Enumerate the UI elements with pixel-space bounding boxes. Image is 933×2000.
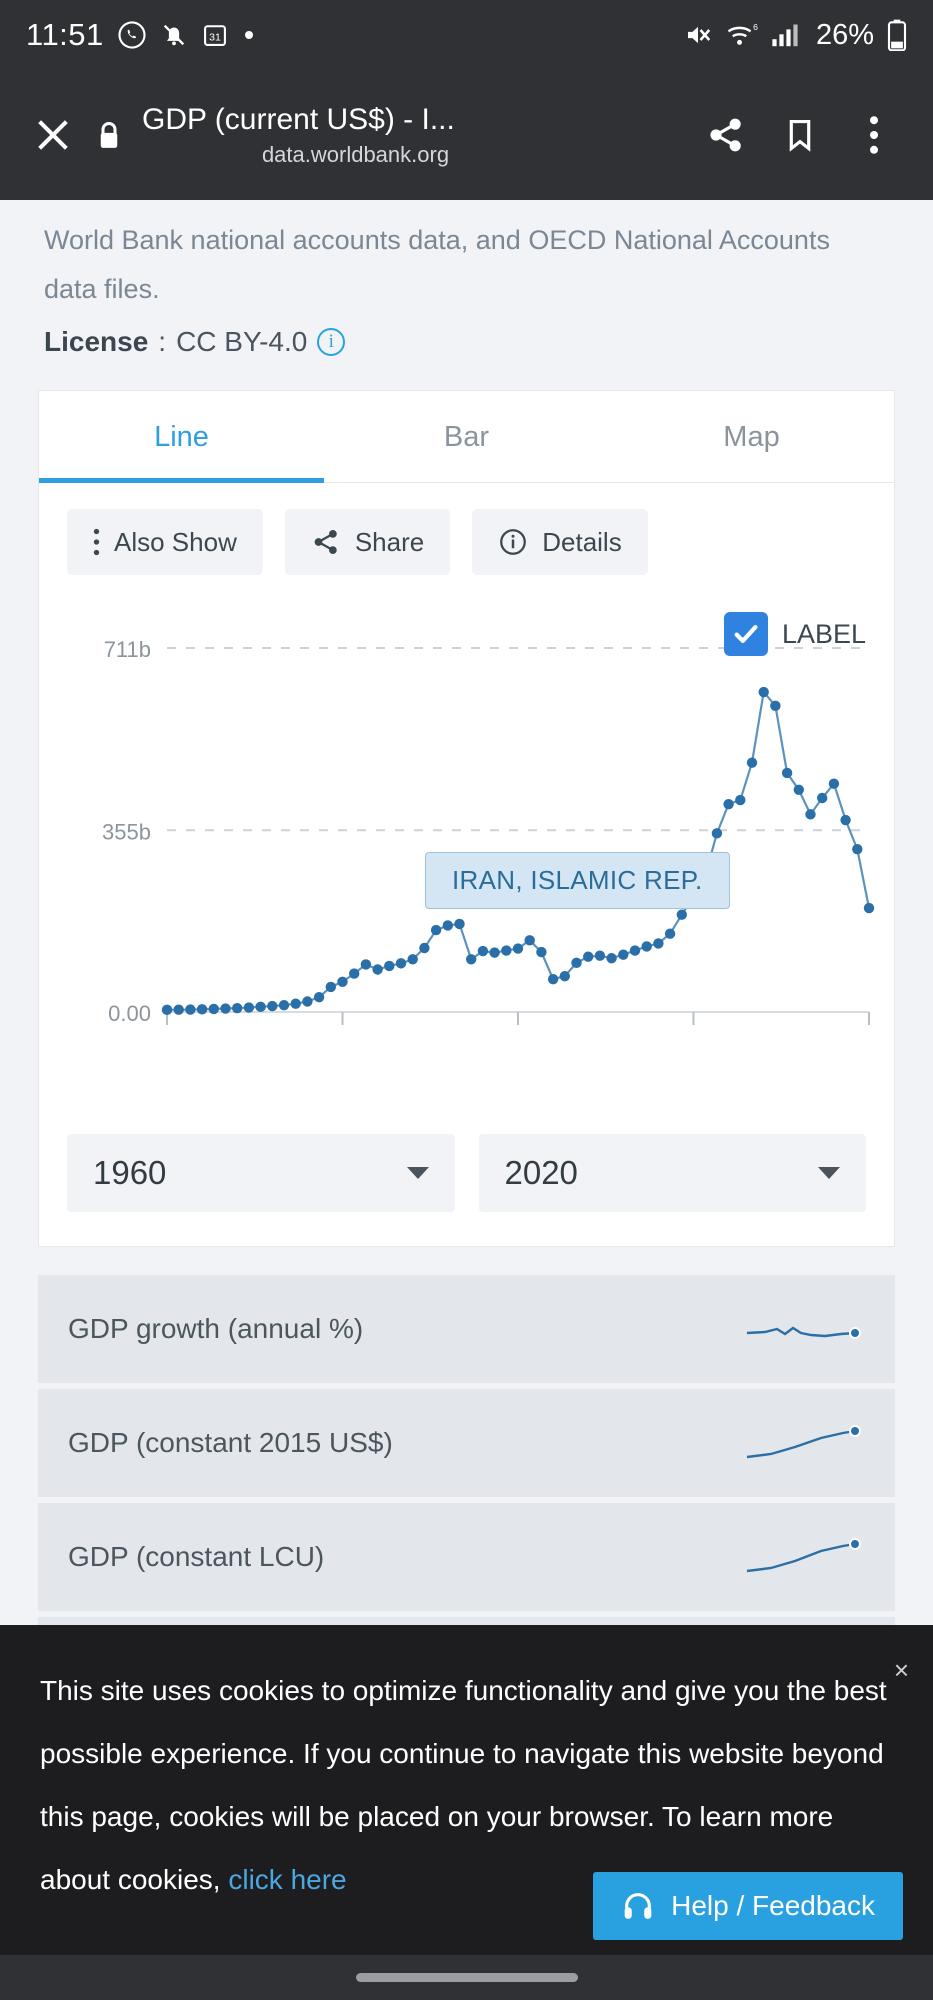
chart-card: Line Bar Map Also Show Share Details LAB… bbox=[38, 390, 895, 1247]
label-checkbox[interactable] bbox=[723, 612, 768, 656]
series-tooltip[interactable]: IRAN, ISLAMIC REP. bbox=[425, 852, 730, 909]
chevron-down-icon bbox=[406, 1167, 429, 1179]
tab-line[interactable]: Line bbox=[39, 391, 324, 483]
year-to-select[interactable]: 2020 bbox=[478, 1134, 866, 1212]
tab-map[interactable]: Map bbox=[609, 391, 894, 482]
status-bar-left: 11:51 31 bbox=[26, 17, 256, 53]
cookie-close-button[interactable]: × bbox=[894, 1639, 909, 1702]
chart-plot-area[interactable]: LABEL 711b 355b 0.00 IRAN, ISLAMIC REP. bbox=[39, 612, 894, 1100]
also-show-button[interactable]: Also Show bbox=[67, 509, 263, 575]
vertical-dots-icon bbox=[93, 528, 100, 556]
sparkline-icon bbox=[746, 1326, 861, 1339]
indicator-label: GDP (constant LCU) bbox=[68, 1541, 325, 1572]
volume-muted-icon bbox=[683, 20, 713, 50]
indicator-label: GDP (constant 2015 US$) bbox=[68, 1427, 393, 1458]
calendar-31-icon: 31 bbox=[201, 21, 229, 49]
share-icon bbox=[311, 527, 341, 557]
indicator-label: GDP growth (annual %) bbox=[68, 1313, 364, 1344]
battery-icon bbox=[887, 19, 907, 51]
tab-bar[interactable]: Bar bbox=[324, 391, 609, 482]
label-toggle-text: LABEL bbox=[781, 618, 866, 649]
year-from-value: 1960 bbox=[93, 1154, 167, 1191]
chart-view-tabs: Line Bar Map bbox=[39, 391, 894, 483]
details-label: Details bbox=[542, 526, 622, 557]
page-url: data.worldbank.org bbox=[261, 142, 450, 167]
status-bar: 11:51 31 6 26% bbox=[0, 0, 933, 70]
info-circle-icon[interactable]: i bbox=[317, 328, 346, 356]
year-range-controls: 1960 2020 bbox=[39, 1100, 894, 1246]
license-separator: : bbox=[158, 326, 167, 357]
phone-screen: 11:51 31 6 26% GDP (current US$) - I... … bbox=[0, 0, 933, 2000]
help-feedback-button[interactable]: Help / Feedback bbox=[593, 1872, 903, 1940]
svg-text:31: 31 bbox=[209, 31, 221, 43]
page-title: GDP (current US$) - I... bbox=[142, 103, 455, 136]
cookie-learn-more-link[interactable]: click here bbox=[228, 1864, 346, 1895]
license-row: License : CC BY-4.0 i bbox=[0, 314, 933, 358]
license-label: License bbox=[44, 326, 149, 357]
system-nav-bar bbox=[0, 1955, 933, 2000]
sparkline-icon bbox=[746, 1538, 861, 1573]
omnibox[interactable]: GDP (current US$) - I... data.worldbank.… bbox=[142, 102, 689, 168]
sparkline-icon bbox=[746, 1425, 861, 1459]
bookmark-button[interactable] bbox=[763, 98, 837, 172]
share-label: Share bbox=[354, 526, 425, 557]
wifi-6-icon: 6 bbox=[726, 21, 758, 49]
year-from-select[interactable]: 1960 bbox=[67, 1134, 455, 1212]
share-button[interactable] bbox=[689, 98, 763, 172]
year-to-value: 2020 bbox=[504, 1154, 578, 1191]
svg-text:355b: 355b bbox=[102, 819, 151, 844]
svg-text:0.00: 0.00 bbox=[108, 1001, 151, 1026]
also-show-label: Also Show bbox=[114, 526, 237, 557]
details-button[interactable]: Details bbox=[472, 509, 648, 575]
svg-text:6: 6 bbox=[753, 22, 758, 32]
bell-muted-icon bbox=[160, 21, 188, 49]
headset-icon bbox=[621, 1889, 655, 1923]
lock-icon bbox=[84, 120, 134, 150]
status-bar-right: 6 26% bbox=[683, 19, 907, 52]
cookie-text: This site uses cookies to optimize funct… bbox=[40, 1675, 887, 1895]
dot-icon bbox=[242, 28, 256, 42]
list-item[interactable]: GDP (constant 2015 US$) bbox=[38, 1389, 895, 1497]
browser-toolbar: GDP (current US$) - I... data.worldbank.… bbox=[0, 70, 933, 200]
signal-bars-icon bbox=[771, 22, 799, 48]
source-text: World Bank national accounts data, and O… bbox=[44, 225, 830, 304]
help-feedback-label: Help / Feedback bbox=[671, 1890, 875, 1921]
chart-toolbar: Also Show Share Details bbox=[39, 483, 894, 575]
battery-percent: 26% bbox=[815, 18, 874, 51]
page-content: World Bank national accounts data, and O… bbox=[0, 200, 933, 2000]
license-value: CC BY-4.0 bbox=[176, 326, 308, 357]
svg-text:711b: 711b bbox=[104, 637, 151, 662]
list-item[interactable]: GDP growth (annual %) bbox=[38, 1275, 895, 1383]
overflow-menu-button[interactable] bbox=[837, 98, 911, 172]
list-item[interactable]: GDP (constant LCU) bbox=[38, 1503, 895, 1611]
whatsapp-icon bbox=[117, 20, 147, 50]
info-circle-icon bbox=[498, 527, 528, 557]
chevron-down-icon bbox=[818, 1167, 840, 1179]
home-gesture-pill[interactable] bbox=[355, 1973, 578, 1982]
label-toggle[interactable]: LABEL bbox=[723, 612, 866, 656]
status-time: 11:51 bbox=[26, 17, 104, 52]
share-chart-button[interactable]: Share bbox=[284, 509, 451, 575]
close-tab-button[interactable] bbox=[22, 104, 84, 166]
